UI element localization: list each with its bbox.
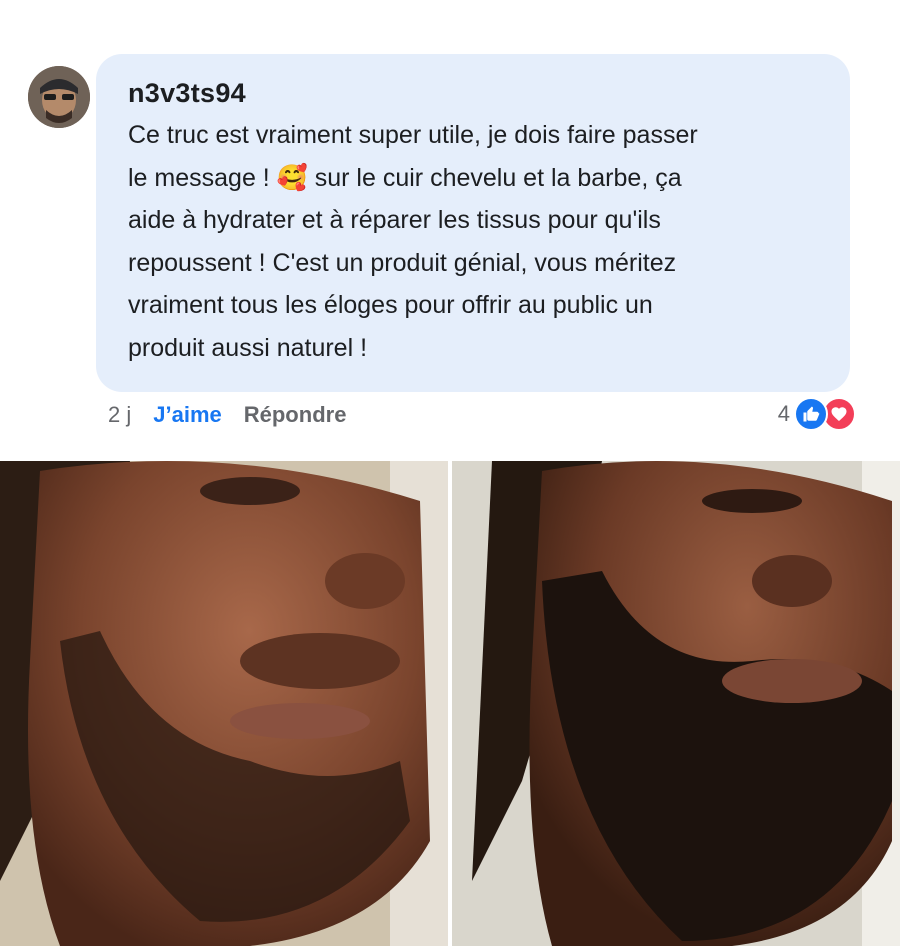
like-icon [794, 397, 828, 431]
reactions-summary[interactable]: 4 [778, 396, 856, 432]
comment-timestamp[interactable]: 2 j [108, 402, 131, 428]
attached-photos [0, 461, 900, 946]
avatar[interactable] [28, 66, 90, 128]
comment-author[interactable]: n3v3ts94 [128, 76, 818, 110]
comment-text: Ce truc est vraiment super utile, je doi… [128, 121, 698, 362]
after-photo[interactable] [452, 461, 900, 946]
reply-button[interactable]: Répondre [244, 402, 347, 428]
comment-actions: 2 j J’aime Répondre [108, 400, 346, 430]
like-button[interactable]: J’aime [153, 402, 222, 428]
reaction-count: 4 [777, 401, 790, 426]
comment-bubble: n3v3ts94 Ce truc est vraiment super util… [96, 54, 850, 392]
before-photo[interactable] [0, 461, 448, 946]
